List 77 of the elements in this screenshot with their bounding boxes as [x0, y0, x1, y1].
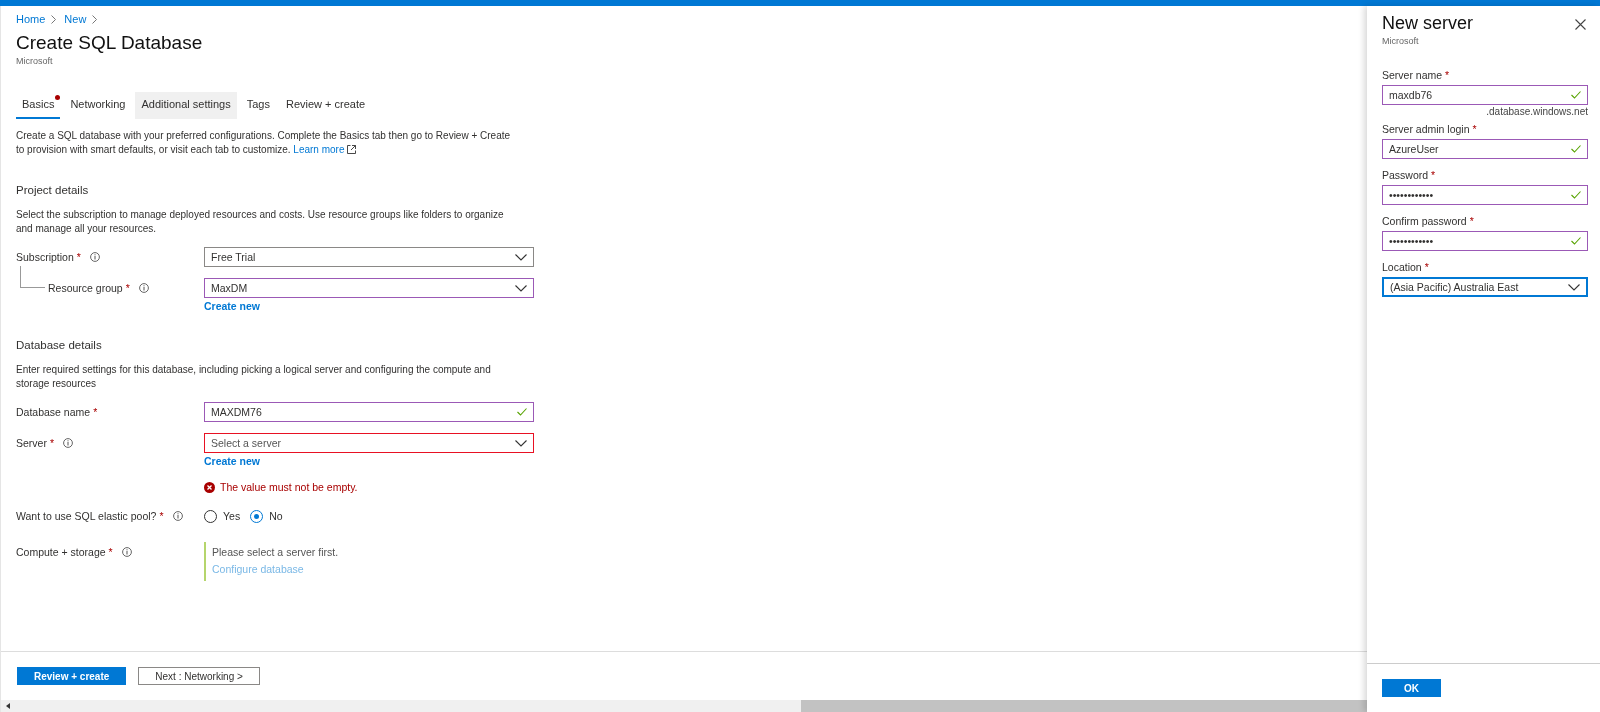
required-asterisk: *	[1472, 123, 1477, 135]
required-asterisk: *	[49, 437, 55, 449]
input-field[interactable]: ••••••••••••	[1382, 185, 1588, 205]
chevron-down-icon	[515, 253, 527, 261]
required-asterisk: *	[76, 251, 81, 263]
field-label: Location	[1382, 261, 1422, 273]
section-heading: Database details	[16, 339, 103, 351]
chevron-down-icon	[1568, 283, 1580, 291]
review-create-button[interactable]: Review + create	[17, 667, 127, 685]
required-asterisk: *	[108, 546, 113, 558]
field-label: Compute + storage	[16, 546, 106, 558]
field-label: Confirm password	[1382, 215, 1467, 227]
tab[interactable]: Review + create	[279, 92, 372, 119]
field-label: Subscription	[16, 251, 74, 263]
field-label: Server	[16, 437, 47, 449]
section-description: Select the subscription to manage deployed resources and costs. Use resource groups like folders to organize and manage all your resources.	[16, 208, 505, 236]
field-label: Server admin login	[1382, 123, 1470, 135]
field-label: Database name	[16, 406, 91, 418]
required-asterisk: *	[1445, 69, 1450, 81]
input-field[interactable]: AzureUser	[1382, 139, 1588, 159]
field-label: Server name	[1382, 69, 1443, 81]
create-new-link[interactable]: Create new	[204, 300, 534, 312]
domain-suffix: .database.windows.net	[1485, 106, 1588, 117]
field-label: Resource group	[48, 282, 123, 294]
required-asterisk: *	[1469, 215, 1474, 227]
required-asterisk: *	[93, 406, 98, 418]
radio-button[interactable]: Yes	[204, 509, 241, 523]
checkmark-icon	[1571, 91, 1581, 99]
required-asterisk: *	[1431, 169, 1436, 181]
configure-link: Configure database	[212, 563, 305, 575]
checkmark-icon	[1571, 145, 1581, 153]
input-field[interactable]: MAXDM76	[204, 402, 534, 422]
required-asterisk: *	[1424, 261, 1429, 273]
checkmark-icon	[1571, 191, 1581, 199]
chevron-right-icon	[51, 14, 57, 24]
section-heading: Project details	[16, 184, 90, 196]
tree-connector	[20, 266, 45, 288]
error-icon	[204, 481, 215, 493]
dropdown[interactable]: Free Trial	[204, 247, 534, 267]
external-link-icon	[347, 145, 357, 154]
create-new-link[interactable]: Create new	[204, 455, 534, 467]
chevron-down-icon	[515, 439, 527, 447]
tab[interactable]: Additional settings	[135, 92, 237, 119]
input-field[interactable]: maxdb76	[1382, 85, 1588, 105]
required-asterisk: *	[125, 282, 130, 294]
breadcrumb-link[interactable]: Home	[16, 13, 46, 25]
tab[interactable]: Networking	[64, 92, 132, 119]
publisher-label: Microsoft	[1381, 36, 1420, 46]
tab[interactable]: Basics	[16, 92, 61, 119]
input-field[interactable]: ••••••••••••	[1382, 231, 1588, 251]
dropdown[interactable]: MaxDM	[204, 278, 534, 298]
chevron-down-icon	[515, 284, 527, 292]
chevron-right-icon	[92, 14, 98, 24]
description-text: Create a SQL database with your preferred configurations. Complete the Basics tab then go to Review + Create to provision with smart defaults, or visit each tab to customize. Learn more	[16, 129, 512, 157]
learn-more-link[interactable]: Learn more	[293, 144, 345, 155]
close-icon	[1575, 19, 1586, 30]
radio-button[interactable]: No	[250, 509, 283, 523]
ok-button[interactable]: OK	[1382, 679, 1441, 697]
checkmark-icon	[1571, 237, 1581, 245]
page-title: Create SQL Database	[16, 32, 204, 54]
scrollbar-thumb[interactable]	[801, 700, 1367, 712]
tab[interactable]: Tags	[240, 92, 276, 119]
panel-title: New server	[1382, 13, 1474, 34]
next-button[interactable]: Next : Networking >	[138, 667, 260, 685]
error-message: The value must not be empty.	[220, 481, 358, 493]
horizontal-scrollbar[interactable]	[1, 700, 1367, 712]
dropdown[interactable]: Select a server	[204, 433, 534, 453]
field-label: Want to use SQL elastic pool?	[16, 510, 157, 522]
notice-text: Please select a server first.	[212, 546, 340, 558]
section-description: Enter required settings for this database, including picking a logical server and configuring the compute and storage resources	[16, 363, 492, 391]
breadcrumb-link[interactable]: New	[64, 13, 87, 25]
checkmark-icon	[517, 408, 527, 416]
required-asterisk: *	[159, 510, 164, 522]
field-label: Password	[1382, 169, 1429, 181]
scroll-left-icon[interactable]	[6, 703, 10, 709]
dropdown[interactable]: (Asia Pacific) Australia East	[1382, 277, 1588, 297]
publisher-label: Microsoft	[16, 56, 54, 66]
